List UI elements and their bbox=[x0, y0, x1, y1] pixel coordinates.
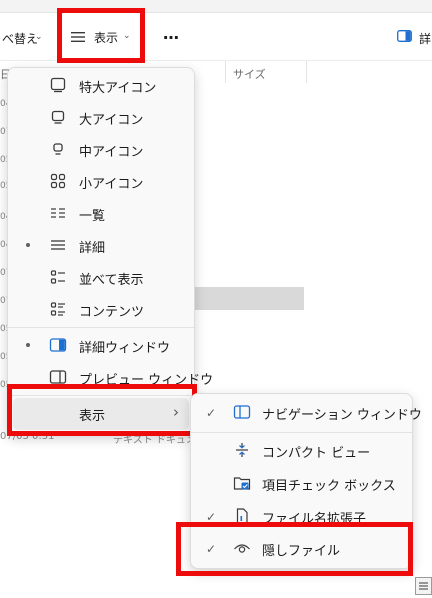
menu-item-details-pane[interactable]: 詳細ウィンドウ bbox=[8, 329, 194, 361]
menu-item-navigation-pane[interactable]: ✓ ナビゲーション ウィンドウ bbox=[191, 396, 422, 428]
details-pane-icon bbox=[49, 338, 67, 352]
item-checkbox-icon bbox=[233, 477, 251, 490]
menu-item-label: 並べて表示 bbox=[79, 273, 144, 288]
menu-item-label: 大アイコン bbox=[79, 113, 144, 128]
details-pane-toggle-label[interactable]: 詳 bbox=[419, 30, 431, 47]
small-icons-icon bbox=[50, 173, 66, 189]
menu-item-extra-large-icons[interactable]: 特大アイコン bbox=[8, 69, 194, 101]
menu-item-label: 中アイコン bbox=[79, 145, 144, 160]
list-icon bbox=[51, 208, 65, 218]
details-pane-toggle-icon[interactable] bbox=[397, 30, 412, 42]
menu-item-item-checkbox[interactable]: 項目チェック ボックス bbox=[191, 467, 412, 499]
menu-item-label: 詳細 bbox=[79, 241, 106, 256]
menu-item-small-icons[interactable]: 小アイコン bbox=[8, 165, 194, 197]
hidden-files-highlight bbox=[176, 522, 413, 576]
menu-item-label: ナビゲーション ウィンドウ bbox=[262, 408, 422, 423]
menu-item-label: 詳細ウィンドウ bbox=[79, 341, 171, 356]
menu-item-label: 項目チェック ボックス bbox=[262, 479, 396, 494]
menu-item-label: コンパクト ビュー bbox=[262, 446, 371, 461]
selected-bullet-icon bbox=[26, 243, 30, 247]
menu-separator bbox=[191, 432, 412, 433]
extra-large-icons-icon bbox=[50, 77, 66, 93]
show-item-highlight bbox=[7, 384, 197, 436]
menu-item-compact-view[interactable]: コンパクト ビュー bbox=[191, 434, 412, 466]
sort-chevron-down-icon[interactable]: ⌄ bbox=[35, 32, 43, 42]
navigation-pane-icon bbox=[233, 405, 251, 419]
selected-file-row[interactable] bbox=[195, 287, 304, 310]
medium-icons-icon bbox=[53, 143, 63, 155]
details-view-toggle-icon bbox=[419, 582, 428, 590]
menu-item-medium-icons[interactable]: 中アイコン bbox=[8, 133, 194, 165]
menu-item-label: 一覧 bbox=[79, 209, 106, 224]
menu-item-label: 小アイコン bbox=[79, 177, 144, 192]
menu-item-list[interactable]: 一覧 bbox=[8, 197, 194, 229]
column-divider[interactable] bbox=[225, 61, 226, 83]
view-menu: 特大アイコン 大アイコン 中アイコン 小アイコン 一覧 詳細 並べて表示 コンテ… bbox=[7, 67, 213, 435]
large-icons-icon bbox=[51, 110, 65, 124]
menu-item-tiles[interactable]: 並べて表示 bbox=[8, 261, 194, 293]
content-icon bbox=[50, 302, 65, 316]
menu-item-details[interactable]: 詳細 bbox=[8, 229, 194, 261]
column-divider[interactable] bbox=[306, 61, 307, 83]
view-button-highlight bbox=[57, 8, 145, 63]
column-header-size[interactable]: サイズ bbox=[233, 66, 266, 88]
menu-separator bbox=[8, 327, 194, 328]
menu-item-label: コンテンツ bbox=[79, 305, 145, 320]
compact-view-icon bbox=[236, 443, 248, 457]
selected-bullet-icon bbox=[26, 343, 30, 347]
check-icon: ✓ bbox=[206, 406, 217, 420]
tiles-icon bbox=[50, 270, 65, 284]
menu-item-label: 特大アイコン bbox=[79, 81, 157, 96]
menu-item-large-icons[interactable]: 大アイコン bbox=[8, 101, 194, 133]
menu-item-content[interactable]: コンテンツ bbox=[8, 293, 194, 325]
more-options-button[interactable]: … bbox=[163, 24, 180, 43]
sort-button-label[interactable]: べ替え bbox=[2, 30, 38, 47]
details-view-toggle[interactable] bbox=[415, 577, 432, 595]
preview-pane-icon bbox=[49, 370, 67, 384]
details-icon bbox=[51, 240, 65, 250]
